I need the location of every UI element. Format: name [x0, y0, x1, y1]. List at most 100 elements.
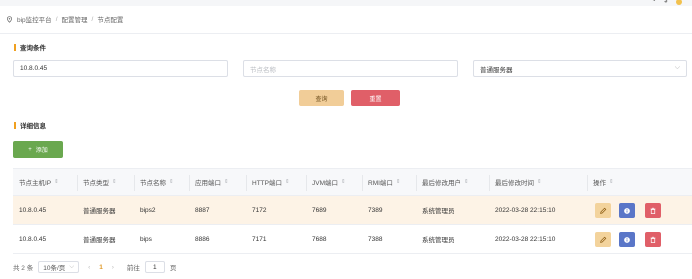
- header-app-port[interactable]: 应用端口 ⇕: [195, 169, 229, 195]
- cell-node-ip: 10.8.0.45: [19, 206, 47, 214]
- sort-icon: ⇕: [609, 179, 614, 185]
- current-page[interactable]: 1: [99, 264, 103, 271]
- column-divider: [77, 175, 78, 191]
- query-button[interactable]: 查询: [299, 90, 344, 106]
- pagination: 共 2 条 10条/页 ⌵ ‹ 1 › 前往 1 页: [13, 261, 176, 273]
- breadcrumb-item-platform[interactable]: bip监控平台: [17, 14, 52, 24]
- location-pin-icon: [7, 15, 12, 23]
- cell-rmi-port: 7388: [368, 235, 383, 243]
- top-right-icons: ◔ ◕: [652, 0, 682, 5]
- plus-icon: +: [28, 146, 32, 153]
- sort-icon: ⇕: [54, 179, 59, 185]
- avatar[interactable]: [676, 0, 682, 5]
- cell-node-ip: 10.8.0.45: [19, 235, 47, 243]
- edit-button[interactable]: [595, 232, 611, 247]
- sort-icon: ⇕: [537, 179, 542, 185]
- detail-button[interactable]: [619, 232, 635, 247]
- delete-button[interactable]: [645, 203, 661, 218]
- column-divider: [489, 175, 490, 191]
- ip-input[interactable]: 10.8.0.45: [13, 60, 228, 77]
- node-type-value: 普通服务器: [480, 66, 513, 74]
- breadcrumb: bip监控平台 / 配置管理 / 节点配置: [6, 14, 123, 24]
- info-icon: [624, 207, 630, 214]
- add-button-label: 添加: [35, 148, 48, 154]
- section-accent-bar: [14, 121, 16, 129]
- column-divider: [362, 175, 363, 191]
- bell-icon[interactable]: ◔: [652, 0, 656, 5]
- table-row[interactable]: 10.8.0.45 普通服务器 bips 8886 7171 7688 7388…: [13, 225, 692, 254]
- delete-button[interactable]: [645, 232, 661, 247]
- column-divider: [587, 175, 588, 191]
- header-jvm-port[interactable]: JVM端口 ⇕: [312, 169, 346, 195]
- detail-section-title: 详细信息: [14, 120, 46, 130]
- query-button-label: 查询: [315, 96, 328, 103]
- goto-page-value: 1: [153, 263, 157, 271]
- edit-button[interactable]: [595, 203, 611, 218]
- sort-icon: ⇕: [224, 179, 229, 185]
- header-node-name[interactable]: 节点名称 ⇕: [140, 169, 174, 195]
- header-http-port[interactable]: HTTP端口 ⇕: [252, 169, 290, 195]
- user-icon[interactable]: ◕: [664, 0, 668, 5]
- cell-rmi-port: 7389: [368, 206, 383, 214]
- sort-icon: ⇕: [395, 179, 401, 185]
- breadcrumb-separator: /: [91, 15, 94, 23]
- reset-button-label: 重置: [369, 96, 382, 103]
- detail-button[interactable]: [619, 203, 635, 218]
- node-type-select[interactable]: 普通服务器 ⌵: [473, 60, 687, 77]
- header-divider: [0, 33, 692, 34]
- ip-input-value: 10.8.0.45: [20, 65, 48, 72]
- cell-app-port: 8887: [195, 206, 210, 214]
- next-page-icon[interactable]: ›: [108, 264, 118, 271]
- breadcrumb-item-node-config: 节点配置: [97, 17, 124, 24]
- prev-page-icon[interactable]: ‹: [84, 264, 94, 271]
- reset-button[interactable]: 重置: [351, 90, 400, 106]
- header-node-ip[interactable]: 节点主机IP ⇕: [19, 169, 59, 195]
- pencil-icon: [600, 207, 607, 214]
- query-section-title: 查询条件: [14, 42, 46, 52]
- cell-jvm-port: 7688: [312, 235, 327, 243]
- column-divider: [189, 175, 190, 191]
- sort-icon: ⇕: [112, 179, 117, 185]
- table-header: 节点主机IP ⇕ 节点类型 ⇕ 节点名称 ⇕ 应用端口 ⇕ HTTP端口 ⇕ JVM端口 ⇕…: [13, 168, 692, 196]
- cell-node-type: 普通服务器: [83, 208, 116, 215]
- cell-node-name: bips: [140, 235, 152, 243]
- cell-last-modified-time: 2022-03-28 22:15:10: [495, 206, 556, 214]
- trash-icon: [650, 207, 656, 214]
- trash-icon: [650, 236, 656, 243]
- cell-last-modified-user: 系统管理员: [422, 208, 455, 215]
- page-size-select[interactable]: 10条/页 ⌵: [38, 261, 80, 273]
- goto-page-input[interactable]: 1: [144, 261, 165, 273]
- query-section-label: 查询条件: [20, 45, 46, 52]
- column-divider: [306, 175, 307, 191]
- chevron-down-icon: ⌵: [69, 263, 75, 270]
- pencil-icon: [600, 236, 607, 243]
- goto-label: 前往: [126, 265, 140, 272]
- page-size-value: 10条/页: [43, 265, 66, 272]
- cell-node-name: bips2: [140, 206, 156, 214]
- breadcrumb-separator: /: [55, 15, 58, 23]
- column-divider: [134, 175, 135, 191]
- sort-icon: ⇕: [464, 179, 469, 185]
- breadcrumb-item-config[interactable]: 配置管理: [62, 14, 88, 24]
- pagination-total: 共 2 条: [13, 265, 34, 272]
- sort-icon: ⇕: [284, 179, 290, 185]
- cell-last-modified-time: 2022-03-28 22:15:10: [495, 235, 556, 243]
- header-actions[interactable]: 操作 ⇕: [593, 169, 614, 195]
- column-divider: [246, 175, 247, 191]
- node-name-input[interactable]: 节点名称: [243, 60, 458, 77]
- table-row[interactable]: 10.8.0.45 普通服务器 bips2 8887 7172 7689 738…: [13, 196, 692, 225]
- cell-http-port: 7172: [252, 206, 267, 214]
- header-last-modified-time[interactable]: 最后修改时间 ⇕: [495, 169, 542, 195]
- sort-icon: ⇕: [169, 179, 174, 185]
- add-button[interactable]: + 添加: [13, 141, 63, 158]
- header-rmi-port[interactable]: RMI端口 ⇕: [368, 169, 401, 195]
- column-divider: [416, 175, 417, 191]
- header-last-modified-user[interactable]: 最后修改用户 ⇕: [422, 169, 469, 195]
- chevron-down-icon: ⌵: [674, 64, 680, 71]
- header-node-type[interactable]: 节点类型 ⇕: [83, 169, 117, 195]
- info-icon: [624, 236, 630, 243]
- node-name-placeholder: 节点名称: [250, 66, 276, 74]
- page-unit-label: 页: [169, 265, 177, 272]
- cell-last-modified-user: 系统管理员: [422, 237, 455, 244]
- section-accent-bar: [14, 43, 16, 51]
